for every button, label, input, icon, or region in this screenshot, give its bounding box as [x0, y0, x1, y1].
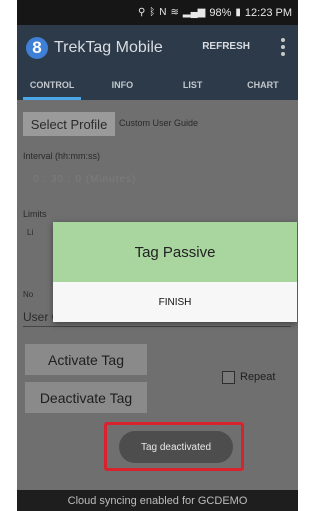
dialog-title: Tag Passive — [53, 222, 297, 282]
bluetooth-icon: ᛒ — [149, 7, 156, 18]
deactivate-tag-button[interactable]: Deactivate Tag — [25, 382, 147, 413]
select-profile-button[interactable]: Select Profile — [23, 112, 115, 136]
app-title: TrekTag Mobile — [54, 38, 163, 56]
repeat-checkbox[interactable] — [222, 371, 235, 384]
overflow-menu-icon[interactable] — [280, 36, 286, 58]
profile-name: Custom User Guide — [119, 118, 199, 128]
location-icon: ⚲ — [137, 7, 146, 18]
tab-info[interactable]: INFO — [87, 70, 157, 100]
tab-chart[interactable]: CHART — [228, 70, 298, 100]
tab-list[interactable]: LIST — [158, 70, 228, 100]
wifi-icon: ≋ — [170, 7, 179, 18]
finish-button[interactable]: FINISH — [53, 282, 297, 322]
status-time: 12:23 PM — [244, 6, 292, 19]
limits-label: Limits — [23, 209, 47, 219]
tab-control[interactable]: CONTROL — [17, 70, 87, 100]
notes-underline — [23, 326, 291, 327]
signal-icon: ▂▄▆ — [182, 7, 206, 18]
app-logo-icon: 8 — [26, 36, 48, 59]
tag-status-dialog: Tag Passive FINISH — [53, 222, 297, 322]
app-bar: 8 TrekTag Mobile REFRESH — [17, 25, 298, 70]
nfc-icon: N — [159, 7, 167, 18]
tab-bar: CONTROL INFO LIST CHART — [17, 70, 298, 100]
interval-label: Interval (hh:mm:ss) — [23, 151, 101, 161]
limits-field-label: Li — [27, 228, 34, 237]
repeat-label: Repeat — [240, 371, 276, 383]
interval-input[interactable]: 0 : 30 : 0 (Minutes) — [33, 174, 136, 185]
battery-percent: 98% — [209, 6, 232, 19]
activate-tag-button[interactable]: Activate Tag — [25, 344, 147, 375]
sync-status-footer: Cloud syncing enabled for GCDEMO — [17, 490, 298, 511]
refresh-button[interactable]: REFRESH — [202, 41, 250, 52]
highlight-box — [104, 422, 244, 471]
battery-icon: ▮ — [235, 7, 241, 18]
phone-screen: ⚲ ᛒ N ≋ ▂▄▆ 98% ▮ 12:23 PM 8 TrekTag Mob… — [17, 0, 298, 511]
notes-label: No — [23, 290, 34, 299]
status-bar: ⚲ ᛒ N ≋ ▂▄▆ 98% ▮ 12:23 PM — [17, 0, 298, 25]
